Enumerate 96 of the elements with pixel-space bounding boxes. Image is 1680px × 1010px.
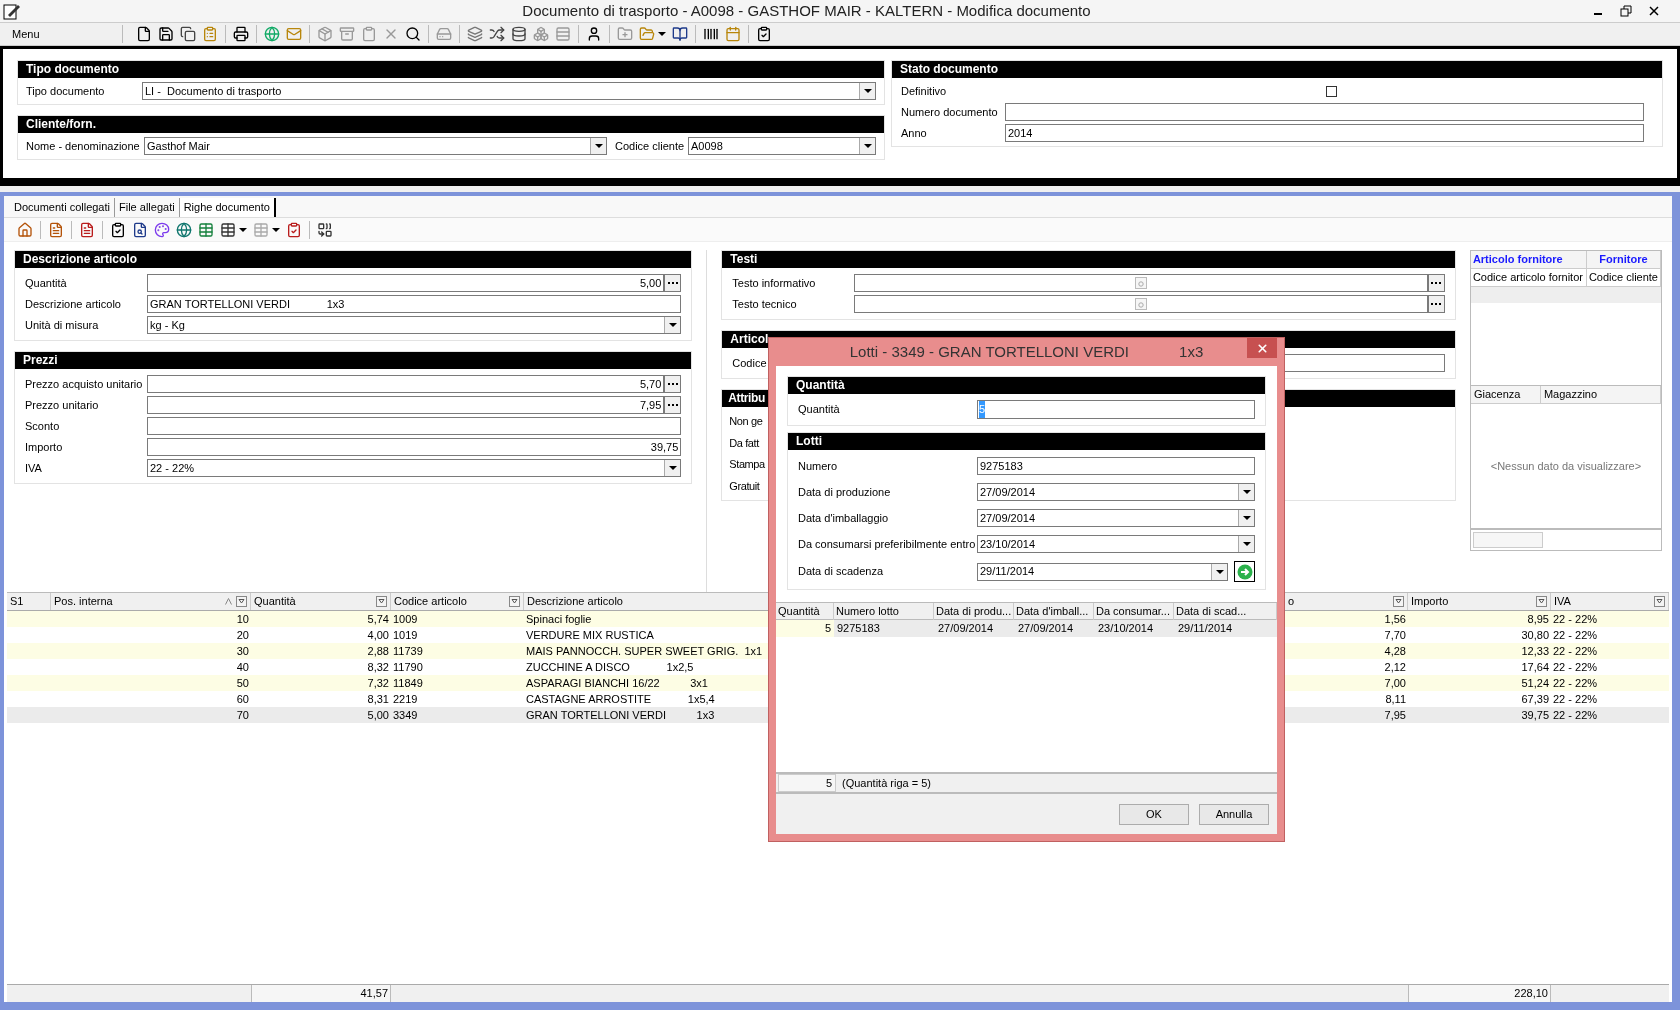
table-cell-text: 39,75 [1520, 708, 1550, 723]
field-label: Stampa [729, 457, 765, 472]
count-cell: 5 [778, 773, 836, 793]
table-cell-text: 1,56 [1383, 612, 1407, 627]
table-cell-text: 8,31 [366, 692, 390, 707]
table-cell-text: 11849 [392, 676, 424, 691]
table-cell-text: VERDURE MIX RUSTICA [525, 628, 655, 643]
total-cell: 228,10 [1408, 985, 1551, 1002]
table-cell-text: 22 - 22% [1552, 692, 1599, 707]
field-label: Codice cliente [615, 138, 686, 154]
field-label: Tipo documento [26, 83, 106, 99]
field-label: Definitivo [901, 83, 948, 99]
field-label: Prezzo acquisto unitario [25, 376, 144, 392]
table-cell-text: 11790 [392, 660, 424, 675]
section-header: Tipo documento [18, 61, 884, 78]
table-cell-text: 1019 [392, 628, 419, 643]
table-cell-text: MAIS PANNOCCH. SUPER SWEET GRIG. 1x1 [525, 644, 764, 659]
field-label: Numero documento [901, 104, 999, 120]
field-label: Data di produzione [798, 484, 892, 500]
table-cell-text: 60 [235, 692, 250, 707]
table-cell-text: 7,70 [1383, 628, 1407, 643]
table-cell-text: CASTAGNE ARROSTITE 1x5,4 [525, 692, 716, 707]
table-cell-text: 2,88 [366, 644, 390, 659]
empty-message: <Nessun dato da visualizzare> [1490, 458, 1642, 474]
field-label: Codice [732, 355, 768, 371]
table-cell-text: 30,80 [1520, 628, 1550, 643]
table-cell-text: 8,11 [1384, 692, 1407, 707]
table-cell-text: 4,00 [366, 628, 390, 643]
field-label: Testo informativo [732, 275, 817, 291]
table-cell-text: 22 - 22% [1552, 628, 1599, 643]
section-header: Cliente/forn. [18, 116, 884, 133]
table-cell-text: 3349 [392, 708, 419, 723]
field-label: Non ge [729, 414, 763, 429]
table-cell-text: 5,00 [366, 708, 390, 723]
table-cell-text: 7,32 [366, 676, 390, 691]
table-cell-text: 20 [235, 628, 250, 643]
table-cell-text: 17,64 [1520, 660, 1550, 675]
table-cell-text: 22 - 22% [1552, 612, 1599, 627]
field-label: Numero [798, 458, 839, 474]
table-cell-text: 2,12 [1383, 660, 1407, 675]
field-label: Nome - denominazione [26, 138, 141, 154]
table-cell-text: 22 - 22% [1552, 660, 1599, 675]
table-cell: 5 [776, 620, 834, 637]
field-label: Anno [901, 125, 928, 141]
table-cell-text: 8,95 [1526, 612, 1550, 627]
table-cell-text: 27/09/2014 [937, 621, 995, 636]
table-cell-text: 51,24 [1520, 676, 1550, 691]
section-header: Quantità [788, 377, 1265, 394]
table-cell-text: 67,39 [1520, 692, 1550, 707]
field-label: Testo tecnico [732, 296, 798, 312]
table-cell-text: 9275183 [836, 621, 881, 636]
field-label: Importo [25, 439, 64, 455]
table-cell-text: 12,33 [1520, 644, 1550, 659]
table-cell-text: 5,74 [366, 612, 390, 627]
field-label: IVA [25, 460, 43, 476]
table-cell-text: 70 [235, 708, 250, 723]
field-label: Quantità [25, 275, 68, 291]
section-header: Prezzi [15, 352, 692, 369]
section-header: Lotti [788, 433, 1265, 450]
table-cell-text: 23/10/2014 [1097, 621, 1155, 636]
summary-text: (Quantità riga = 5) [842, 775, 931, 791]
table-cell-text: 1009 [392, 612, 419, 627]
table-cell-text: ASPARAGI BIANCHI 16/22 3x1 [525, 676, 709, 691]
section-header: Testi [722, 251, 1455, 268]
table-cell-text: 50 [235, 676, 250, 691]
table-cell-text: 30 [235, 644, 250, 659]
section-header: Descrizione articolo [15, 251, 692, 268]
field-label: Sconto [25, 418, 61, 434]
table-cell-text: 7,95 [1383, 708, 1407, 723]
table-cell-text: 40 [235, 660, 250, 675]
table-cell-text: 22 - 22% [1552, 676, 1599, 691]
table-cell-text: Spinaci foglie [525, 612, 593, 627]
field-label: Descrizione articolo [25, 296, 122, 312]
total-cell: 41,57 [251, 985, 391, 1002]
selected-text: 5 [979, 401, 986, 418]
table-cell-text: 7,00 [1383, 676, 1407, 691]
table-cell-text: 22 - 22% [1552, 644, 1599, 659]
table-cell-text: 29/11/2014 [1177, 621, 1234, 636]
field-label: Da consumarsi preferibilmente entro [798, 536, 977, 552]
field-label: Prezzo unitario [25, 397, 100, 413]
field-label: Da fatt [729, 435, 759, 451]
table-cell-text: GRAN TORTELLONI VERDI 1x3 [525, 708, 716, 723]
table-cell-text: ZUCCHINE A DISCO 1x2,5 [525, 660, 695, 675]
table-cell-text: 10 [235, 612, 250, 627]
field-label: Gratuit [729, 478, 760, 494]
field-label: Unità di misura [25, 317, 100, 333]
field-label: Data d'imballaggio [798, 510, 890, 526]
table-cell-text: 27/09/2014 [1017, 621, 1075, 636]
table-cell-text: 4,28 [1383, 644, 1407, 659]
table-cell-text: 2219 [392, 692, 419, 707]
window-title: Documento di trasporto - A0098 - GASTHOF MAIR - KALTERN - Modifica documento [521, 0, 1092, 21]
section-header: Stato documento [892, 61, 1662, 78]
table-cell-text: 8,32 [366, 660, 390, 675]
table-cell-text: 11739 [392, 644, 424, 659]
table-cell-text: 22 - 22% [1552, 708, 1599, 723]
field-label: Data di scadenza [798, 564, 884, 580]
